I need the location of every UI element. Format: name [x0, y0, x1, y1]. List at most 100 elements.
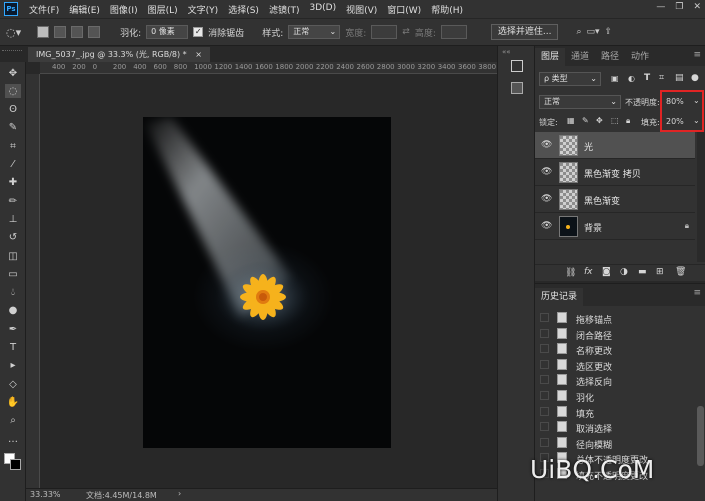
link-icon[interactable]: ⛓︎	[565, 268, 576, 278]
document-image[interactable]	[143, 117, 391, 448]
trash-icon[interactable]: 🗑︎	[675, 267, 686, 277]
dodge-tool-icon[interactable]: ●	[5, 304, 21, 318]
filter-adjust-icon[interactable]: ◐	[628, 74, 635, 83]
type-tool-icon[interactable]: T	[5, 341, 21, 355]
menu-item[interactable]: 视图(V)	[341, 3, 382, 16]
menu-item[interactable]: 编辑(E)	[64, 3, 105, 16]
restore-icon[interactable]: ❐	[675, 2, 683, 12]
history-scrollbar-thumb[interactable]	[697, 406, 704, 466]
workspace-icon[interactable]: ▭▾	[587, 27, 600, 37]
lock-move-icon[interactable]: ✥	[596, 116, 603, 125]
eraser-tool-icon[interactable]: ◫	[5, 249, 21, 263]
history-item[interactable]: 选区更改	[535, 357, 695, 373]
menu-item[interactable]: 滤镜(T)	[264, 3, 305, 16]
shape-tool-icon[interactable]: ◇	[5, 377, 21, 391]
eye-icon[interactable]: 👁︎	[541, 194, 552, 204]
add-selection-mode-button[interactable]	[54, 26, 67, 38]
background-color-swatch[interactable]	[10, 459, 21, 470]
gradient-tool-icon[interactable]: ▭	[5, 267, 21, 281]
layer-filter-select[interactable]: ρ 类型 ⌄	[539, 72, 601, 86]
history-item[interactable]: 径向模糊	[535, 435, 695, 451]
blur-tool-icon[interactable]: 💧︎	[5, 286, 21, 300]
menu-item[interactable]: 文件(F)	[24, 3, 64, 16]
new-layer-icon[interactable]: ⊞	[656, 267, 664, 277]
move-tool-icon[interactable]: ✥	[5, 66, 21, 80]
panel-menu-icon[interactable]: ≡	[693, 288, 701, 298]
marquee-tool-icon[interactable]: ◌	[5, 84, 21, 99]
eye-icon[interactable]: 👁︎	[541, 221, 552, 231]
menu-item[interactable]: 图像(I)	[105, 3, 143, 16]
filter-shape-icon[interactable]: ⌗	[659, 73, 664, 83]
history-snapshot-checkbox[interactable]	[540, 437, 549, 447]
stamp-tool-icon[interactable]: ⊥	[5, 212, 21, 226]
zoom-tool-icon[interactable]: ⌕	[5, 414, 21, 428]
history-item[interactable]: 拖移锚点	[535, 310, 695, 326]
feather-input[interactable]: 0 像素	[146, 25, 189, 39]
antialias-checkbox[interactable]: ✓	[193, 27, 204, 37]
menu-item[interactable]: 文字(Y)	[183, 3, 224, 16]
mask-icon[interactable]: ◙	[602, 267, 611, 277]
history-snapshot-checkbox[interactable]	[540, 359, 549, 369]
menu-item[interactable]: 帮助(H)	[426, 3, 468, 16]
history-snapshot-checkbox[interactable]	[540, 406, 549, 416]
canvas-area[interactable]	[40, 74, 497, 488]
quick-select-tool-icon[interactable]: ✎	[5, 121, 21, 135]
select-and-mask-button[interactable]: 选择并遮住...	[490, 24, 559, 40]
brush-tool-icon[interactable]: ✏	[5, 194, 21, 208]
lock-transparent-icon[interactable]: ▦	[567, 116, 575, 125]
close-tab-icon[interactable]: ×	[195, 50, 202, 59]
lock-all-icon[interactable]: 🔒︎	[626, 116, 630, 126]
pen-tool-icon[interactable]: ✒	[5, 322, 21, 336]
filter-type-icon[interactable]: T	[644, 73, 650, 83]
share-icon[interactable]: ⇪	[605, 27, 613, 37]
path-select-tool-icon[interactable]: ▸	[5, 359, 21, 373]
blend-mode-select[interactable]: 正常 ⌄	[539, 95, 621, 109]
eye-icon[interactable]: 👁︎	[541, 140, 552, 150]
history-snapshot-checkbox[interactable]	[540, 313, 549, 322]
menu-item[interactable]: 图层(L)	[143, 3, 183, 16]
lock-paint-icon[interactable]: ✎	[582, 116, 589, 125]
marquee-preset-icon[interactable]: ◌▾	[6, 26, 21, 39]
tab-paths[interactable]: 路径	[595, 48, 625, 66]
more-tool-icon[interactable]: …	[5, 432, 21, 446]
hand-tool-icon[interactable]: ✋	[5, 395, 21, 409]
fx-icon[interactable]: fx	[584, 267, 593, 277]
history-item[interactable]: 闭合路径	[535, 326, 695, 342]
menu-item[interactable]: 选择(S)	[223, 3, 264, 16]
eyedropper-tool-icon[interactable]: ⁄	[5, 158, 21, 172]
libraries-panel-icon[interactable]	[511, 82, 523, 94]
layer-row-black-gradient[interactable]: 👁︎ 黑色渐变	[535, 186, 695, 213]
filter-pixel-icon[interactable]: ▣	[611, 74, 619, 83]
panel-menu-icon[interactable]: ≡	[693, 50, 701, 60]
history-item[interactable]: 名称更改	[535, 341, 695, 357]
close-icon[interactable]: ✕	[693, 2, 701, 12]
style-select[interactable]: 正常 ⌄	[288, 25, 341, 39]
history-brush-tool-icon[interactable]: ↺	[5, 231, 21, 245]
history-item[interactable]: 羽化	[535, 388, 695, 404]
eye-icon[interactable]: 👁︎	[541, 167, 552, 177]
menu-item[interactable]: 3D(D)	[304, 3, 341, 16]
healing-tool-icon[interactable]: ✚	[5, 176, 21, 190]
layer-row-background[interactable]: 👁︎ 背景 🔒︎	[535, 213, 695, 240]
tab-history[interactable]: 历史记录	[535, 288, 584, 306]
document-tab[interactable]: IMG_5037_.jpg @ 33.3% (光, RGB/8) * ×	[28, 47, 210, 62]
history-snapshot-checkbox[interactable]	[540, 422, 549, 432]
history-item[interactable]: 填充	[535, 404, 695, 420]
intersect-selection-mode-button[interactable]	[88, 26, 101, 38]
tab-layers[interactable]: 图层	[535, 48, 566, 66]
chevron-right-icon[interactable]: ›	[178, 489, 181, 498]
height-input[interactable]	[440, 25, 467, 39]
properties-panel-icon[interactable]	[511, 60, 523, 72]
search-icon[interactable]: ⌕	[576, 27, 581, 37]
zoom-level[interactable]: 33.33%	[30, 490, 61, 499]
lock-artboard-icon[interactable]: ⬚	[611, 116, 619, 125]
history-item[interactable]: 选择反向	[535, 372, 695, 388]
menu-item[interactable]: 窗口(W)	[382, 3, 426, 16]
subtract-selection-mode-button[interactable]	[71, 26, 84, 38]
filter-toggle-icon[interactable]: ●	[691, 73, 699, 83]
swap-icon[interactable]: ⇄	[402, 27, 410, 37]
new-selection-mode-button[interactable]	[37, 26, 50, 38]
history-snapshot-checkbox[interactable]	[540, 391, 549, 400]
layers-scrollbar[interactable]	[697, 132, 705, 262]
width-input[interactable]	[371, 25, 398, 39]
